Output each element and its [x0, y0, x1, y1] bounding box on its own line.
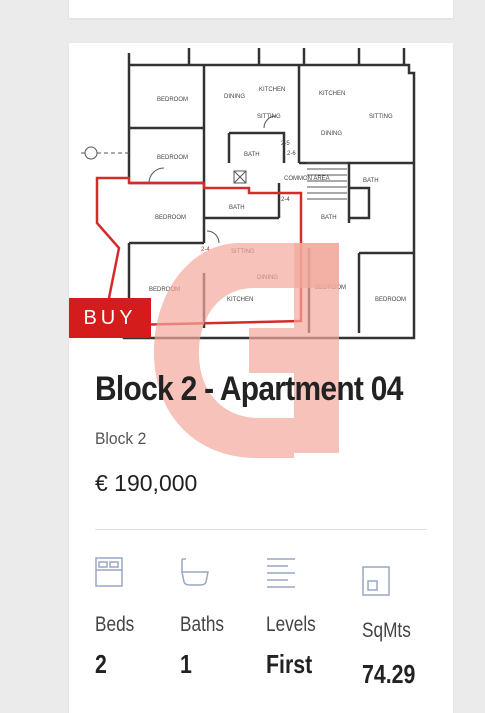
- plan-label: KITCHEN: [319, 91, 345, 97]
- area-icon: [362, 566, 390, 601]
- plan-label: KITCHEN: [227, 297, 253, 303]
- plan-label: BEDROOM: [149, 287, 180, 293]
- plan-label: KITCHEN: [259, 87, 285, 93]
- plan-label: BATH: [229, 205, 245, 211]
- stat-label: Baths: [180, 613, 225, 636]
- listing-block: Block 2: [95, 429, 147, 448]
- bath-icon: [180, 557, 210, 592]
- listing-title[interactable]: Block 2 - Apartment 04: [95, 370, 403, 409]
- plan-label: BEDROOM: [315, 285, 346, 291]
- plan-label: BATH: [321, 215, 337, 221]
- previous-listing-card[interactable]: [69, 0, 453, 18]
- plan-label: DINING: [224, 94, 245, 100]
- stat-value: First: [266, 649, 313, 679]
- stat-value: 2: [95, 649, 107, 679]
- stat-label: Beds: [95, 613, 135, 636]
- plan-label: DINING: [257, 275, 278, 281]
- plan-label: SITTING: [369, 114, 393, 120]
- plan-label: COMMON AREA: [284, 176, 330, 182]
- plan-label: 2-6: [287, 151, 296, 157]
- stat-label: Levels: [266, 613, 316, 636]
- plan-label: SITTING: [231, 249, 255, 255]
- stat-value: 1: [180, 649, 192, 679]
- buy-badge: BUY: [69, 298, 151, 338]
- listing-card[interactable]: BEDROOM DINING KITCHEN KITCHEN SITTING S…: [69, 43, 453, 713]
- listing-price: € 190,000: [95, 470, 198, 496]
- plan-label: BEDROOM: [157, 97, 188, 103]
- plan-label: 2-4: [281, 197, 290, 203]
- plan-label: DINING: [321, 131, 342, 137]
- plan-label: BATH: [244, 152, 260, 158]
- plan-label: SITTING: [257, 114, 281, 120]
- stat-value: 74.29: [362, 659, 416, 689]
- stat-label: SqMts: [362, 619, 411, 642]
- plan-label: BATH: [363, 178, 379, 184]
- plan-label: BEDROOM: [375, 297, 406, 303]
- plan-label: 2-5: [281, 141, 290, 147]
- divider: [95, 529, 427, 530]
- plan-label: BEDROOM: [157, 155, 188, 161]
- levels-icon: [266, 557, 296, 594]
- plan-label: BEDROOM: [155, 215, 186, 221]
- plan-label: 2-4: [201, 247, 210, 253]
- bed-icon: [95, 557, 123, 592]
